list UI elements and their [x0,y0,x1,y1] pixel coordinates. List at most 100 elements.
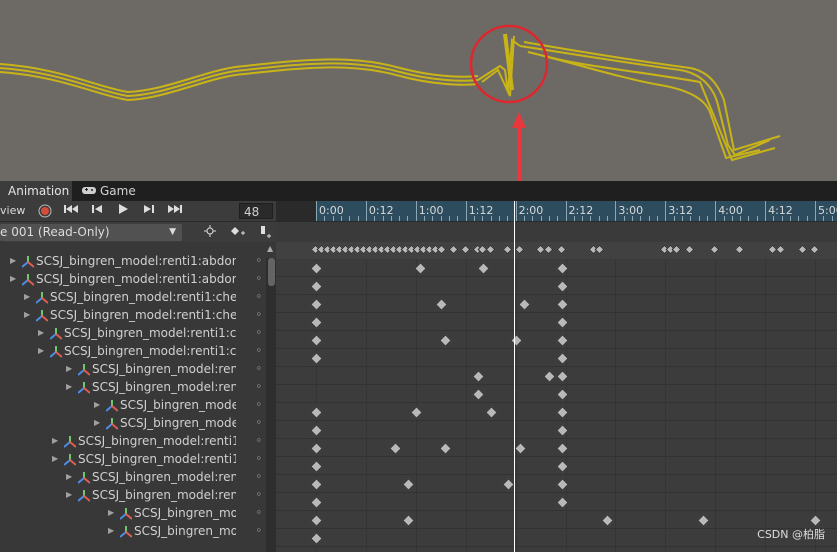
add-event-button[interactable] [254,225,274,241]
scroll-up-icon[interactable]: ▲ [267,244,273,253]
summary-keyframe[interactable] [671,244,682,255]
expand-arrow-icon[interactable]: ▶ [38,324,44,342]
summary-keyframe[interactable] [460,244,471,255]
track-label: SCSJ_bingren_model:renti1:chestUpper [64,326,236,340]
dopesheet-row[interactable] [276,529,837,547]
track-row[interactable]: ▶ SCSJ_bingren_model:renti1:abdomenUpper ◦ [0,252,276,270]
track-options-icon[interactable]: ◦ [256,360,263,378]
track-options-icon[interactable]: ◦ [256,252,263,270]
last-key-button[interactable] [164,203,186,219]
next-key-button[interactable] [138,203,160,219]
track-options-icon[interactable]: ◦ [256,450,263,468]
first-key-button[interactable] [60,203,82,219]
track-options-icon[interactable]: ◦ [256,468,263,486]
dopesheet-row[interactable] [276,511,837,529]
summary-keyframe[interactable] [594,244,605,255]
track-options-icon[interactable]: ◦ [256,522,263,540]
tab-animation[interactable]: Animation [0,181,72,201]
prev-key-button[interactable] [86,203,108,219]
track-row[interactable]: ▶ SCSJ_bingren_model:renti1: ◦ [0,396,276,414]
expand-arrow-icon[interactable]: ▶ [66,360,72,378]
expand-arrow-icon[interactable]: ▶ [108,522,114,540]
expand-arrow-icon[interactable]: ▶ [52,432,58,450]
track-options-icon[interactable]: ◦ [256,306,263,324]
scrollbar-thumb[interactable] [268,258,275,286]
summary-keyframe[interactable] [775,244,786,255]
timeline-ruler[interactable]: 0:00 0:12 1:00 1:12 2:00 2:12 3:00 3:12 4:00 4:12… [276,201,837,221]
summary-keyframe[interactable] [485,244,496,255]
expand-arrow-icon[interactable]: ▶ [66,486,72,504]
transform-icon [63,435,77,448]
track-options-icon[interactable]: ◦ [256,342,263,360]
prev-key-icon [91,204,103,217]
track-row[interactable]: ▶ SCSJ_bingren_model:renti1:chestUpper ◦ [0,342,276,360]
track-row[interactable]: ▶ SCSJ_bingren_model:renti1:chestUpper ◦ [0,324,276,342]
add-event-icon [257,226,271,242]
expand-arrow-icon[interactable]: ▶ [24,306,30,324]
summary-keyframe[interactable] [709,244,720,255]
expand-arrow-icon[interactable]: ▶ [108,504,114,522]
event-lane[interactable] [276,221,837,242]
expand-arrow-icon[interactable]: ▶ [66,378,72,396]
summary-keyframe[interactable] [448,244,459,255]
track-options-icon[interactable]: ◦ [256,396,263,414]
summary-keyframes-row[interactable] [276,242,837,259]
frame-input[interactable]: 48 [239,203,273,219]
add-keyframe-button[interactable] [226,225,248,241]
filter-button[interactable] [200,225,220,241]
track-row[interactable]: ▶ SCSJ_bingren_model:renti1:eye ◦ [0,486,276,504]
scene-view[interactable] [0,0,837,181]
expand-arrow-icon[interactable]: ▶ [66,468,72,486]
expand-arrow-icon[interactable]: ▶ [38,342,44,360]
track-row[interactable]: ▶ SCSJ_bingren_model:renti1: ◦ [0,414,276,432]
track-row[interactable]: ▶ SCSJ_bingren_model:renti1:chestLower ◦ [0,288,276,306]
ruler-major-tick [715,201,717,221]
hierarchy-scrollbar[interactable]: ▲ [266,244,276,552]
track-row[interactable]: ▶ SCSJ_bingren_model:re ◦ [0,504,276,522]
expand-arrow-icon[interactable]: ▶ [94,414,100,432]
playhead[interactable] [514,201,515,552]
transform-icon [77,489,91,502]
expand-arrow-icon[interactable]: ▶ [10,252,16,270]
track-options-icon[interactable]: ◦ [256,432,263,450]
track-row[interactable]: ▶ SCSJ_bingren_model:renti1:abdomenUpper ◦ [0,270,276,288]
summary-keyframe[interactable] [684,244,695,255]
transform-icon [49,327,63,340]
record-button[interactable] [36,203,54,219]
expand-arrow-icon[interactable]: ▶ [94,396,100,414]
summary-keyframe[interactable] [797,244,808,255]
summary-keyframe[interactable] [734,244,745,255]
summary-keyframe[interactable] [502,244,513,255]
summary-keyframe[interactable] [514,244,525,255]
summary-keyframe[interactable] [543,244,553,255]
preview-button[interactable]: view [0,203,30,219]
expand-arrow-icon[interactable]: ▶ [24,288,30,306]
dopesheet[interactable] [276,259,837,552]
track-row[interactable]: ▶ SCSJ_bingren_model:renti1:neckLower ◦ [0,432,276,450]
track-options-icon[interactable]: ◦ [256,504,263,522]
motion-trails [0,33,781,162]
track-options-icon[interactable]: ◦ [256,288,263,306]
track-options-icon[interactable]: ◦ [256,414,263,432]
transform-icon [105,417,119,430]
expand-arrow-icon[interactable]: ▶ [52,450,58,468]
track-row[interactable]: ▶ SCSJ_bingren_model:renti1:Shldr ◦ [0,360,276,378]
track-options-icon[interactable]: ◦ [256,378,263,396]
track-options-icon[interactable]: ◦ [256,324,263,342]
summary-keyframe[interactable] [556,244,566,255]
tab-game[interactable]: Game [74,181,144,201]
play-button[interactable] [112,203,134,219]
track-row[interactable]: ▶ SCSJ_bingren_model:renti1:neckLower ◦ [0,450,276,468]
track-row[interactable]: ▶ SCSJ_bingren_model:re ◦ [0,522,276,540]
track-options-icon[interactable]: ◦ [256,486,263,504]
red-arrow [512,112,526,181]
expand-arrow-icon[interactable]: ▶ [10,270,16,288]
track-row[interactable]: ▶ SCSJ_bingren_model:renti1:chestLower ◦ [0,306,276,324]
track-row[interactable]: ▶ SCSJ_bingren_model:renti1:Shldr ◦ [0,378,276,396]
track-row[interactable]: ▶ SCSJ_bingren_model:renti1:eye ◦ [0,468,276,486]
transform-icon [119,507,133,520]
summary-keyframe[interactable] [809,244,820,255]
clip-dropdown[interactable]: e 001 (Read-Only) ▼ [0,224,182,241]
track-options-icon[interactable]: ◦ [256,270,263,288]
add-keyframe-icon [229,227,245,240]
